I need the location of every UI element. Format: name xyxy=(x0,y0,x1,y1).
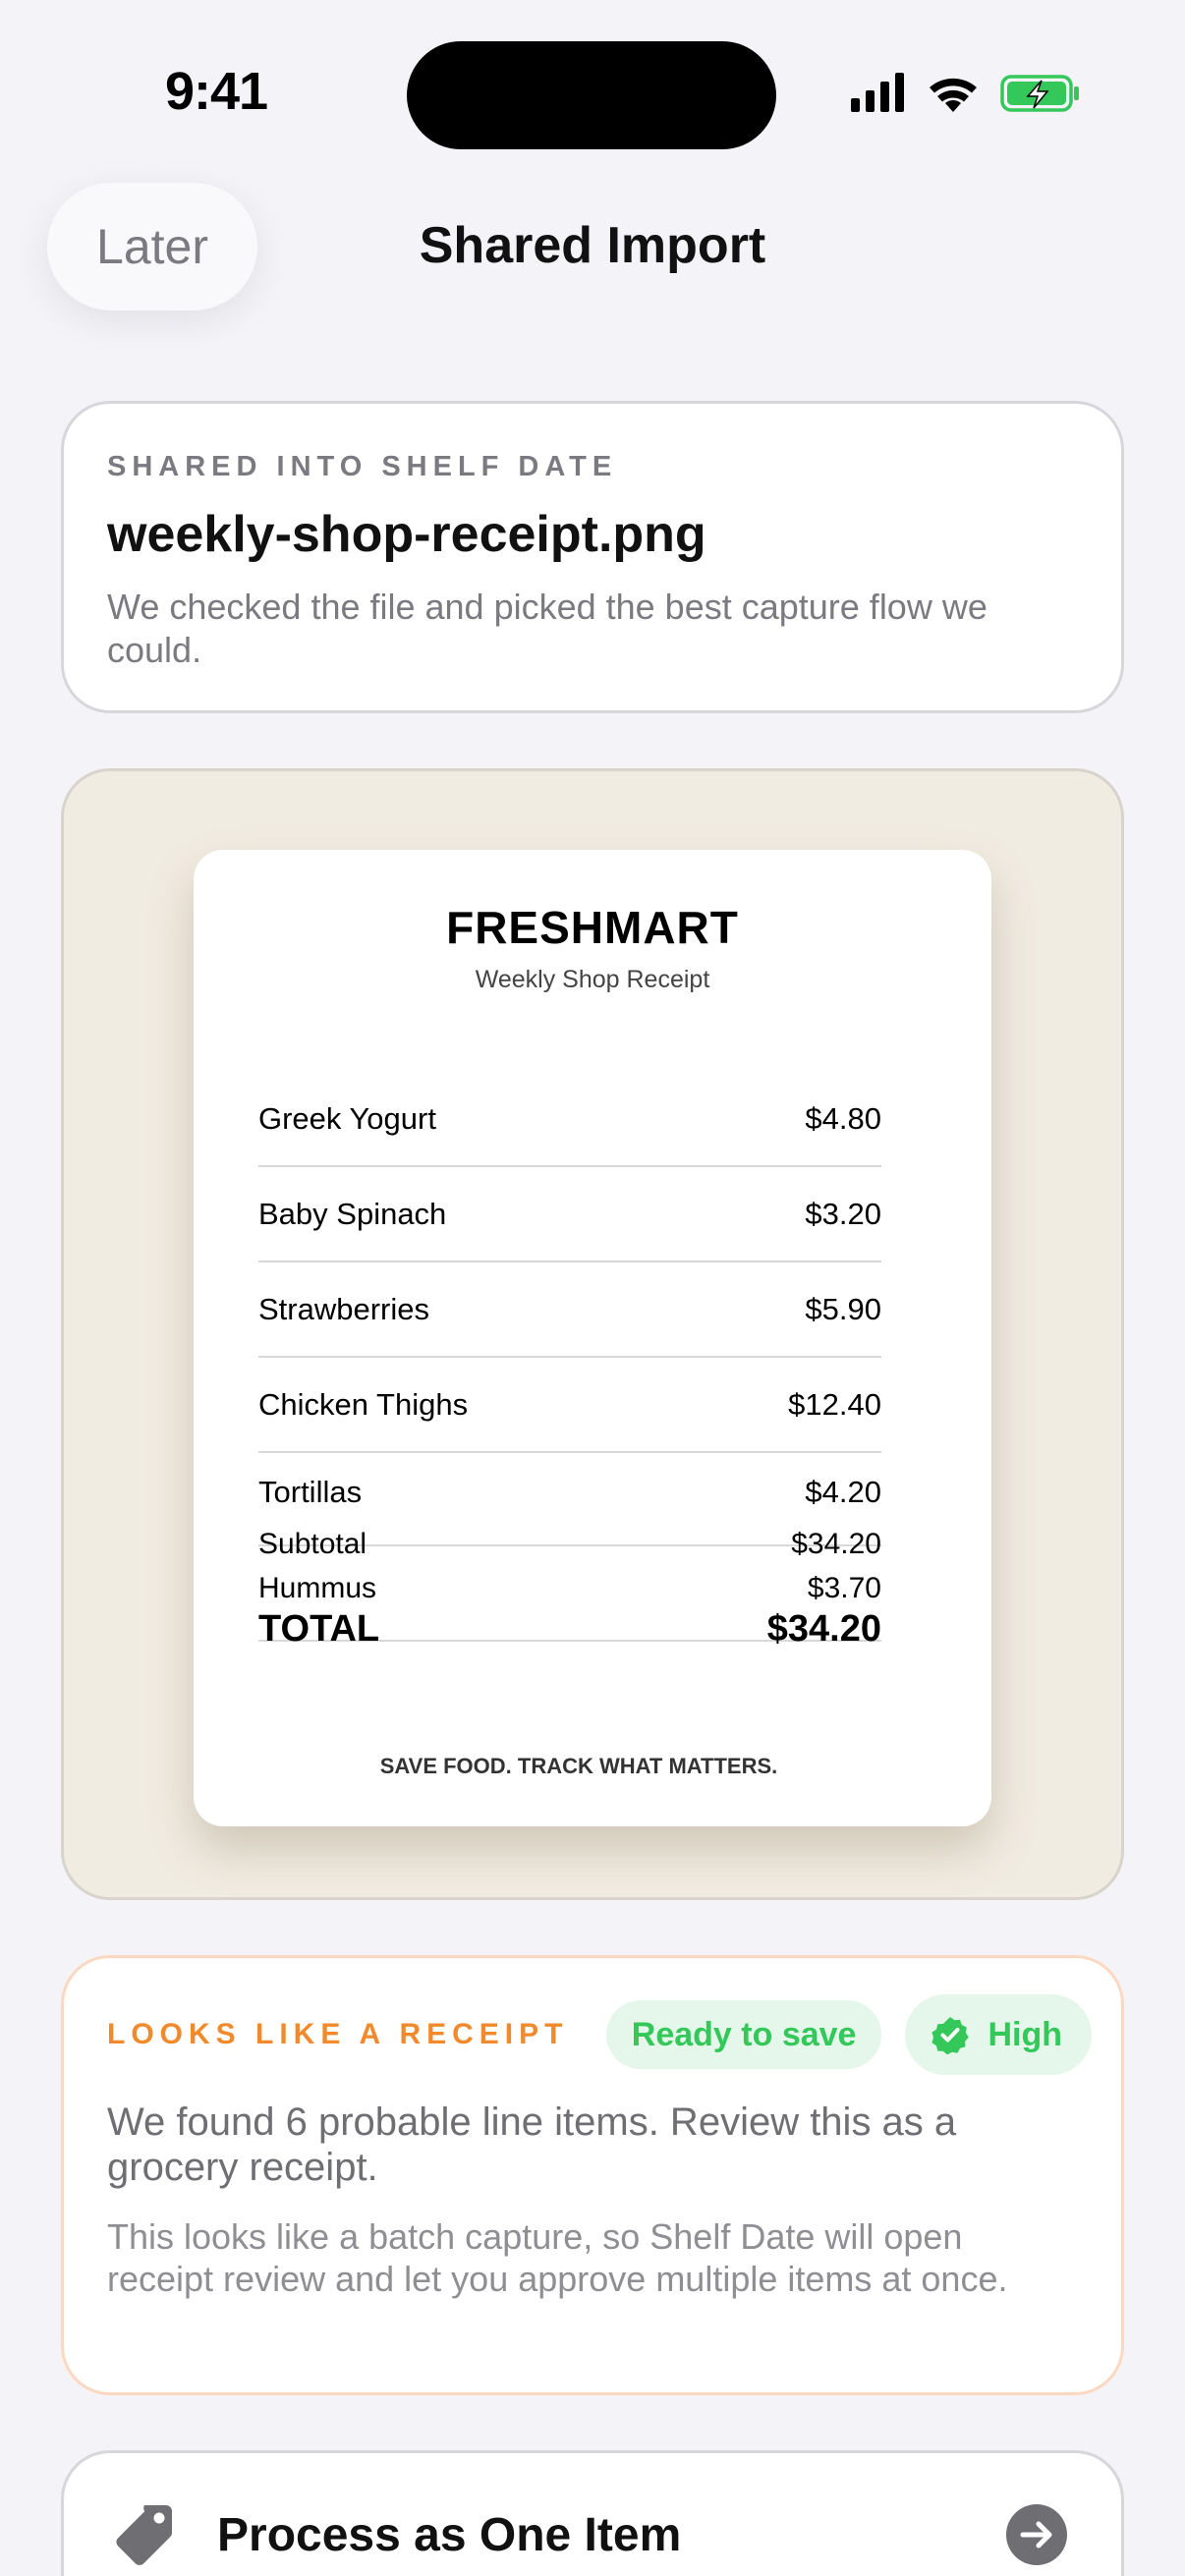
total-label: TOTAL xyxy=(258,1608,380,1650)
receipt-line: Greek Yogurt $4.80 xyxy=(258,1072,881,1167)
receipt-line-name: Strawberries xyxy=(258,1291,429,1326)
receipt-line: Chicken Thighs $12.40 xyxy=(258,1358,881,1453)
later-button[interactable]: Later xyxy=(47,183,257,310)
receipt-line: Strawberries $5.90 xyxy=(258,1262,881,1358)
status-time: 9:41 xyxy=(165,62,268,121)
receipt-items: Greek Yogurt $4.80 Baby Spinach $3.20 St… xyxy=(258,1072,881,1453)
receipt-line-name: Baby Spinach xyxy=(258,1196,447,1231)
receipt-line-price: $3.70 xyxy=(807,1572,881,1604)
battery-charging-icon xyxy=(1000,75,1079,112)
receipt-line-name: Hummus xyxy=(258,1572,377,1604)
image-preview-card[interactable]: FRESHMART Weekly Shop Receipt Greek Yogu… xyxy=(61,768,1124,1900)
verified-check-icon xyxy=(931,2017,970,2054)
detection-label: LOOKS LIKE A RECEIPT xyxy=(107,2018,569,2050)
shared-import-screen: 9:41 Later Shared Import SHARED INTO SHE… xyxy=(0,0,1185,2576)
process-one-item-button[interactable]: Process as One Item xyxy=(61,2450,1124,2576)
receipt-line-price: $4.20 xyxy=(805,1475,881,1509)
detection-detail: This looks like a batch capture, so Shel… xyxy=(107,2216,1008,2299)
shared-file-card: SHARED INTO SHELF DATE weekly-shop-recei… xyxy=(61,401,1124,713)
status-icons xyxy=(851,73,1079,112)
receipt-image: FRESHMART Weekly Shop Receipt Greek Yogu… xyxy=(194,850,991,1826)
receipt-line-price: $3.20 xyxy=(805,1196,881,1231)
tag-icon xyxy=(116,2505,172,2565)
receipt-line: Baby Spinach $3.20 xyxy=(258,1167,881,1262)
detection-header: LOOKS LIKE A RECEIPT Ready to save High xyxy=(107,1994,1092,2075)
shared-eyebrow: SHARED INTO SHELF DATE xyxy=(107,451,618,482)
action-label: Process as One Item xyxy=(217,2508,682,2561)
dynamic-island xyxy=(407,41,776,149)
wifi-icon xyxy=(930,78,977,112)
action-row: Process as One Item xyxy=(107,2453,1078,2576)
receipt-store-name: FRESHMART xyxy=(446,902,739,953)
receipt-total: TOTAL $34.20 xyxy=(258,1608,881,1651)
receipt-line-name: Tortillas xyxy=(258,1475,363,1509)
receipt-subtitle: Weekly Shop Receipt xyxy=(475,966,710,993)
file-description: We checked the file and picked the best … xyxy=(107,587,988,670)
page-title: Shared Import xyxy=(419,217,766,274)
ready-badge: Ready to save xyxy=(605,2000,882,2069)
subtotal-label: Subtotal xyxy=(258,1528,367,1560)
receipt-line-name: Greek Yogurt xyxy=(258,1100,436,1136)
receipt-line-price: $4.80 xyxy=(805,1100,881,1136)
arrow-right-circle-icon xyxy=(1006,2504,1067,2565)
confidence-badge: High xyxy=(905,1994,1092,2075)
detection-card: LOOKS LIKE A RECEIPT Ready to save High … xyxy=(61,1955,1124,2395)
total-value: $34.20 xyxy=(766,1608,881,1650)
subtotal-value: $34.20 xyxy=(791,1528,881,1560)
confidence-label: High xyxy=(988,2015,1062,2053)
receipt-line-name: Chicken Thighs xyxy=(258,1386,469,1422)
detection-summary: We found 6 probable line items. Review t… xyxy=(107,2100,957,2189)
receipt-footer: SAVE FOOD. TRACK WHAT MATTERS. xyxy=(379,1754,778,1778)
receipt-line-price: $5.90 xyxy=(805,1291,881,1326)
file-name: weekly-shop-receipt.png xyxy=(107,506,706,563)
receipt-line-price: $12.40 xyxy=(788,1386,881,1422)
cellular-signal-icon xyxy=(851,73,904,112)
receipt-line: Tortillas $4.20 xyxy=(258,1475,881,1510)
receipt-subtotal: Subtotal $34.20 xyxy=(258,1528,881,1561)
receipt-line: Hummus $3.70 xyxy=(258,1572,881,1605)
